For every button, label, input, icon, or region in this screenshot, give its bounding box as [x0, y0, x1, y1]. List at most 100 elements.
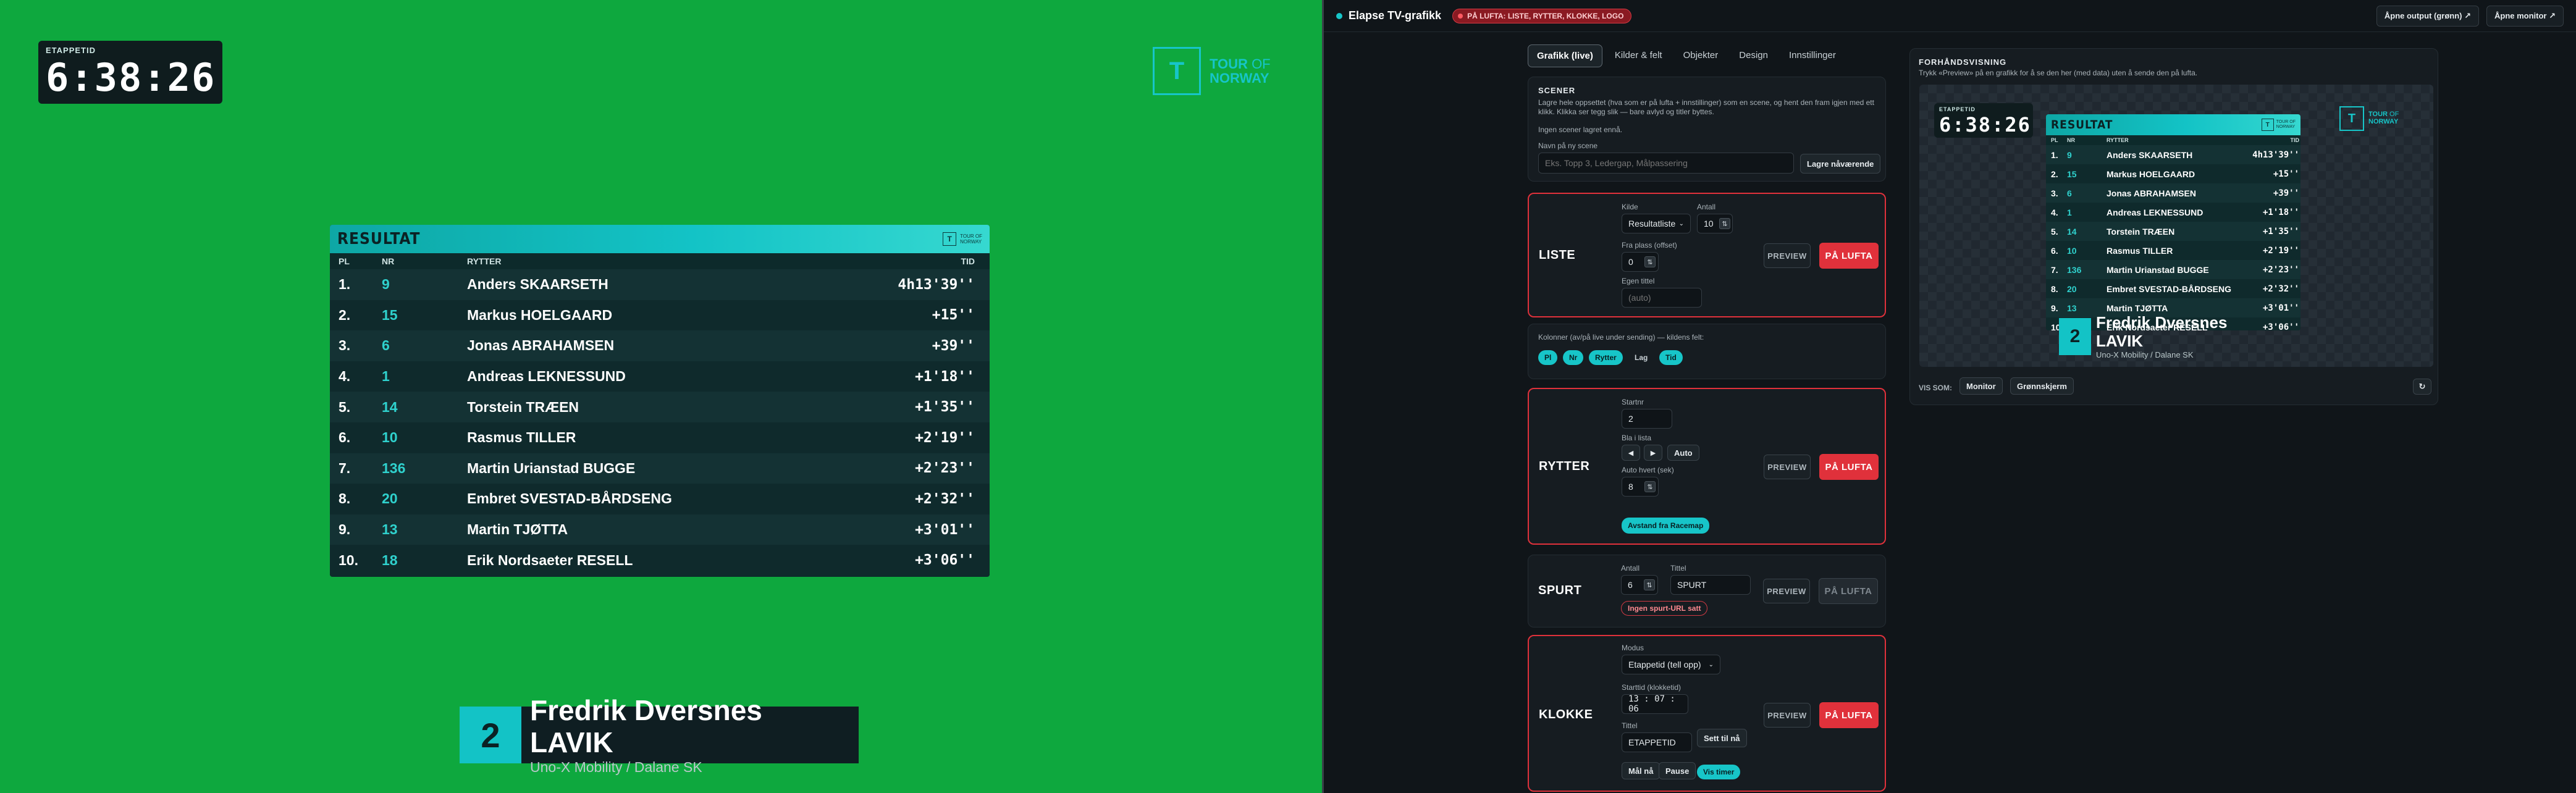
klokke-preview-button[interactable]: PREVIEW	[1764, 703, 1811, 728]
view-as-monitor-button[interactable]: Monitor	[1959, 377, 2003, 395]
tab-objekter[interactable]: Objekter	[1675, 44, 1727, 67]
row-time: 4h13'39''	[2252, 149, 2299, 160]
col-rider: RYTTER	[467, 256, 502, 266]
row-time: +15''	[932, 307, 975, 324]
row-time: +2'19''	[2262, 245, 2299, 256]
mini-logo-icon: T	[943, 232, 957, 246]
spurt-preview-button[interactable]: PREVIEW	[1763, 579, 1810, 603]
clock-time: 6:38:26	[46, 55, 216, 100]
result-header: RESULTAT T TOUR OF NORWAY	[330, 225, 990, 253]
show-hours-toggle[interactable]: Vis timer	[1697, 765, 1741, 779]
tab-kilder-felt[interactable]: Kilder & felt	[1606, 44, 1671, 67]
rytter-auto-button[interactable]: Auto	[1667, 445, 1699, 461]
column-toggle-rytter[interactable]: Rytter	[1589, 350, 1623, 365]
result-columns: PL NR RYTTER TID	[330, 253, 990, 269]
pause-button[interactable]: Pause	[1659, 762, 1696, 779]
rytter-auto-every-stepper[interactable]: ⇅	[1644, 481, 1656, 492]
stage-clock: ETAPPETID 6:38:26	[38, 41, 222, 104]
row-rider-name: Andreas LEKNESSUND	[467, 368, 626, 385]
table-row: 4. 1 Andreas LEKNESSUND +1'18''	[2046, 203, 2300, 222]
column-toggle-pl[interactable]: Pl	[1538, 350, 1558, 365]
tab-design[interactable]: Design	[1730, 44, 1777, 67]
row-rider-name: Jonas ABRAHAMSEN	[467, 337, 615, 354]
liste-custom-title-input[interactable]	[1622, 288, 1702, 308]
liste-preview-button[interactable]: PREVIEW	[1764, 243, 1811, 268]
row-rider-name: Martin TJØTTA	[2107, 303, 2168, 313]
open-output-button[interactable]: Åpne output (grønn) ↗	[2376, 5, 2479, 27]
row-time: +2'23''	[915, 460, 975, 477]
table-row: 2. 15 Markus HOELGAARD +15''	[2046, 164, 2300, 183]
row-number: 10	[2067, 245, 2077, 256]
table-row: 4. 1 Andreas LEKNESSUND +1'18''	[330, 361, 990, 392]
row-time: +1'18''	[2262, 207, 2299, 217]
row-rider-name: Markus HOELGAARD	[2107, 169, 2195, 179]
scene-name-input[interactable]	[1538, 153, 1794, 174]
row-place: 8.	[339, 490, 351, 507]
goal-now-button[interactable]: Mål nå	[1622, 762, 1661, 779]
row-rider-name: Martin Urianstad BUGGE	[467, 459, 636, 476]
refresh-icon[interactable]: ↻	[2413, 379, 2431, 395]
column-toggle-nr[interactable]: Nr	[1563, 350, 1584, 365]
liste-on-air-button[interactable]: PÅ LUFTA	[1819, 243, 1879, 269]
klokke-card: KLOKKE Modus Etappetid (tell opp) ⌄ Start…	[1528, 635, 1886, 792]
klokke-mode-select[interactable]: Etappetid (tell opp) ⌄	[1622, 655, 1720, 674]
row-time: 4h13'39''	[898, 276, 975, 293]
spurt-card: SPURT Antall 6 ⇅ Tittel SPURT Ingen spur…	[1528, 555, 1886, 627]
table-row: 9. 13 Martin TJØTTA +3'01''	[330, 514, 990, 545]
scenes-description: Lagre hele oppsettet (hva som er på luft…	[1538, 98, 1874, 116]
spurt-title-input[interactable]: SPURT	[1670, 575, 1751, 595]
row-number: 13	[2067, 303, 2077, 313]
gap-from-racemap-button[interactable]: Avstand fra Racemap	[1622, 518, 1710, 534]
row-number: 14	[2067, 226, 2077, 237]
rytter-next-button[interactable]: ▶	[1644, 445, 1662, 461]
view-as-greenscreen-button[interactable]: Grønnskjerm	[2010, 377, 2074, 395]
row-number: 15	[382, 306, 398, 323]
chevron-down-icon: ⌄	[1678, 220, 1684, 227]
row-place: 7.	[339, 459, 351, 476]
spurt-on-air-button[interactable]: PÅ LUFTA	[1819, 578, 1878, 604]
open-monitor-button[interactable]: Åpne monitor ↗	[2486, 5, 2564, 27]
save-scene-button[interactable]: Lagre nåværende	[1800, 154, 1881, 174]
set-to-now-button[interactable]: Sett til nå	[1697, 729, 1747, 747]
table-row: 6. 10 Rasmus TILLER +2'19''	[330, 422, 990, 453]
klokke-title-input[interactable]: ETAPPETID	[1622, 732, 1692, 752]
preview-title: FORHÅNDSVISNING	[1919, 57, 2007, 67]
row-place: 9.	[339, 521, 351, 538]
rytter-prev-button[interactable]: ◀	[1622, 445, 1640, 461]
row-time: +2'32''	[2262, 283, 2299, 294]
klokke-on-air-button[interactable]: PÅ LUFTA	[1819, 702, 1879, 728]
row-rider-name: Embret SVESTAD-BÅRDSENG	[2107, 283, 2231, 294]
table-row: 5. 14 Torstein TRÆEN +1'35''	[330, 392, 990, 422]
tab-grafikk-live[interactable]: Grafikk (live)	[1528, 44, 1602, 67]
spurt-title: SPURT	[1538, 584, 1582, 597]
row-place: 2.	[2051, 169, 2058, 179]
result-title: RESULTAT	[337, 230, 421, 248]
column-toggle-lag[interactable]: Lag	[1628, 350, 1654, 365]
row-number: 136	[2067, 264, 2082, 275]
logo-word-norway: NORWAY	[1210, 70, 1269, 86]
liste-source-select[interactable]: Resultatliste ⌄	[1622, 214, 1691, 233]
row-number: 13	[382, 521, 398, 538]
row-rider-name: Erik Nordsaeter RESELL	[467, 552, 633, 568]
column-toggle-tid[interactable]: Tid	[1659, 350, 1683, 365]
spurt-no-url-badge: Ingen spurt-URL satt	[1621, 601, 1708, 616]
table-row: 8. 20 Embret SVESTAD-BÅRDSENG +2'32''	[330, 484, 990, 514]
table-row: 3. 6 Jonas ABRAHAMSEN +39''	[330, 330, 990, 361]
row-place: 1.	[339, 276, 351, 293]
rytter-on-air-button[interactable]: PÅ LUFTA	[1819, 454, 1879, 480]
row-place: 1.	[2051, 149, 2058, 160]
klokke-start-input[interactable]: 13 : 07 : 06	[1622, 694, 1688, 714]
liste-count-stepper[interactable]: ⇅	[1719, 218, 1730, 229]
row-place: 10.	[339, 552, 358, 568]
row-rider-name: Andreas LEKNESSUND	[2107, 207, 2203, 217]
liste-offset-stepper[interactable]: ⇅	[1644, 256, 1656, 267]
spurt-count-stepper[interactable]: ⇅	[1644, 579, 1655, 590]
rytter-startno-input[interactable]: 2	[1622, 409, 1672, 429]
view-as-label: VIS SOM:	[1919, 384, 1953, 392]
screen: ETAPPETID 6:38:26 T TOUR OF NORWAY RESUL…	[0, 0, 2576, 793]
tab-innstillinger[interactable]: Innstillinger	[1780, 44, 1845, 67]
row-rider-name: Anders SKAARSETH	[467, 276, 608, 293]
col-nr: NR	[382, 256, 395, 266]
rytter-preview-button[interactable]: PREVIEW	[1764, 455, 1811, 479]
columns-card: Kolonner (av/på live under sending) — ki…	[1528, 324, 1886, 379]
